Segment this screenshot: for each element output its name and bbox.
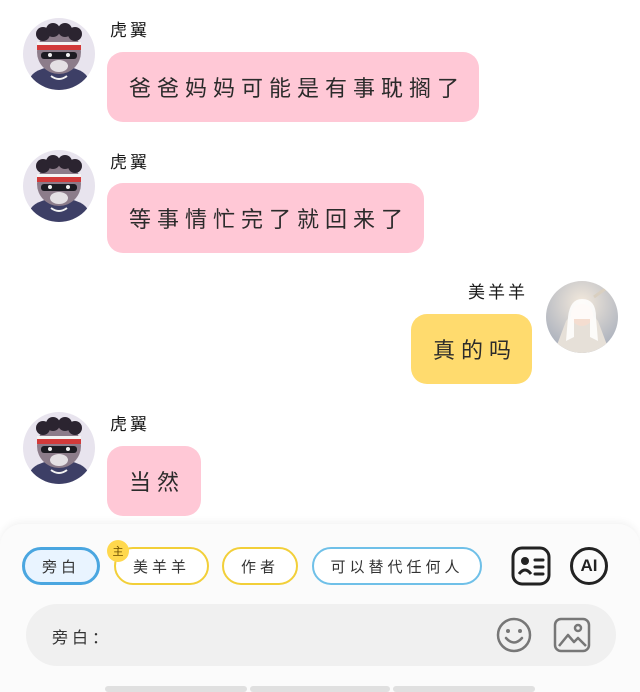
huyi-avatar-image [23,412,95,484]
avatar-meiyangyang[interactable] [546,281,618,353]
image-icon[interactable] [552,615,592,655]
avatar-huyi[interactable] [23,412,95,484]
chat-screen: 虎翼 爸爸妈妈可能是有事耽搁了 虎翼 等事情忙完了就回来了 美羊羊 真的吗 虎翼… [0,0,640,692]
host-badge: 主 [107,540,129,562]
avatar-huyi[interactable] [23,150,95,222]
huyi-avatar-image [23,150,95,222]
emoji-icon[interactable] [494,615,534,655]
contact-card-icon[interactable] [511,546,551,586]
message-bubble[interactable]: 真的吗 [411,314,532,384]
message-bubble[interactable]: 当然 [107,446,201,516]
contact-card-glyph [511,546,551,586]
scroll-indicator [250,686,390,692]
meiyangyang-avatar-image [546,281,618,353]
avatar-huyi[interactable] [23,18,95,90]
emoji-glyph [496,617,532,653]
scroll-indicator [105,686,247,692]
message-bubble[interactable]: 爸爸妈妈可能是有事耽搁了 [107,52,479,122]
image-glyph [553,617,591,653]
role-chip-any-person[interactable]: 可以替代任何人 [312,547,482,585]
role-chip-author[interactable]: 作者 [222,547,298,585]
input-role-label: 旁白： [52,628,113,647]
huyi-avatar-image [23,18,95,90]
sender-name: 虎翼 [110,153,150,173]
message-input[interactable] [132,618,486,654]
message-bubble[interactable]: 等事情忙完了就回来了 [107,183,424,253]
message-input-bar[interactable]: 旁白： [26,604,616,666]
ai-button[interactable]: AI [569,546,609,586]
role-chip-narration[interactable]: 旁白 [22,547,100,585]
sender-name: 美羊羊 [468,283,528,303]
scroll-indicator [393,686,535,692]
ai-label: AI [580,556,598,575]
sender-name: 虎翼 [110,21,150,41]
sender-name: 虎翼 [110,415,150,435]
